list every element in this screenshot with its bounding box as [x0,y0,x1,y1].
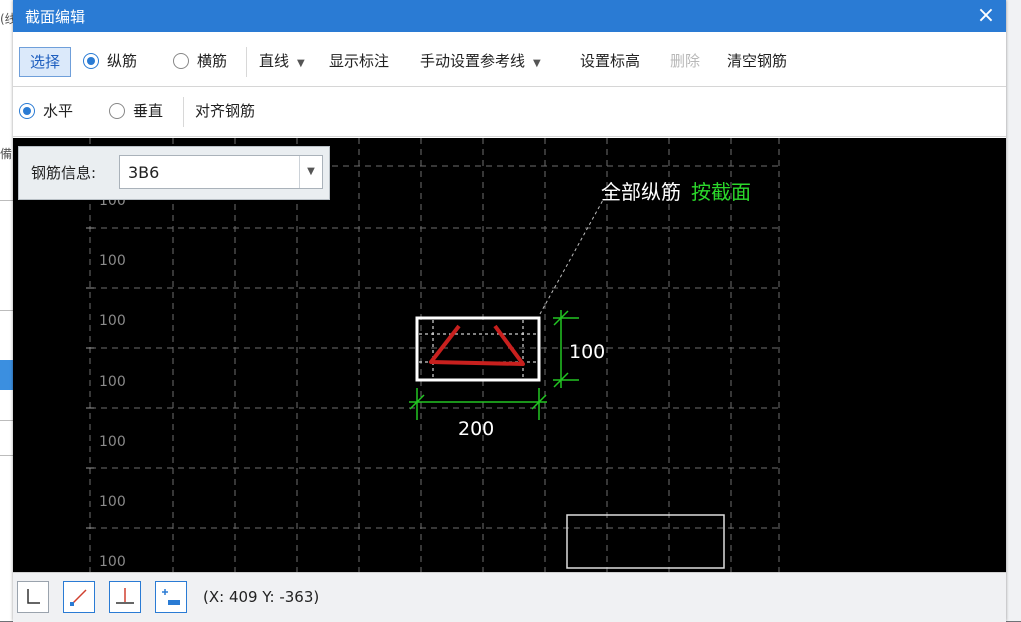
chevron-down-icon: ▼ [297,58,305,69]
grid-label: 100 [99,554,126,570]
perpendicular-button[interactable] [109,581,141,613]
radio-checked-icon [19,103,35,119]
ortho-icon [27,589,40,604]
radio-unchecked-icon [109,103,125,119]
perpendicular-icon [116,588,134,604]
manual-ref-line-dropdown[interactable]: 手动设置参考线 ▼ [420,48,541,74]
radio-transverse-label: 横筋 [197,52,228,70]
section-outline[interactable] [415,316,541,382]
grid-label: 100 [99,374,126,390]
chevron-down-icon: ▼ [533,58,541,69]
radio-vertical[interactable]: 垂直 [109,98,163,124]
radio-longitudinal-label: 纵筋 [107,52,138,70]
rebar-info-combobox[interactable]: 3B6 ▼ [119,155,323,189]
ref-point-icon [162,589,180,605]
radio-horizontal[interactable]: 水平 [19,98,73,124]
radio-vertical-label: 垂直 [133,102,164,120]
radio-transverse[interactable]: 横筋 [173,48,227,74]
ref-point-button[interactable] [155,581,187,613]
callout-label: 全部纵筋 按截面 [601,180,751,204]
grid-label: 100 [99,253,126,269]
show-annotation-button[interactable]: 显示标注 [329,48,389,74]
status-bar: (X: 409 Y: -363) [13,572,1006,622]
alignment-toolbar: 水平 垂直 对齐钢筋 [13,88,1006,137]
line-dropdown[interactable]: 直线 ▼ [259,48,305,74]
grid-label: 100 [99,313,126,329]
radio-checked-icon [83,53,99,69]
rebar-info-label: 钢筋信息: [31,164,97,182]
rebar-stirrup[interactable] [429,324,525,366]
radio-longitudinal[interactable]: 纵筋 [83,48,137,74]
chevron-down-icon[interactable]: ▼ [299,156,322,188]
manual-ref-line-label: 手动设置参考线 [420,52,526,70]
snap-line-button[interactable] [63,581,95,613]
radio-horizontal-label: 水平 [43,102,74,120]
clear-rebar-button[interactable]: 清空钢筋 [727,48,787,74]
line-label: 直线 [259,52,290,70]
title-bar: 截面编辑 × [13,0,1006,32]
coordinate-readout: (X: 409 Y: -363) [203,588,320,606]
dim-height-label: 100 [569,341,605,363]
background-tag: (线 [0,12,14,26]
background-app-right [1006,0,1021,621]
drawing-canvas[interactable]: 100100100100100100100 全部纵筋按截面 100 [13,138,1006,572]
delete-button[interactable]: 删除 [670,48,700,74]
select-button[interactable]: 选择 [19,47,71,77]
align-rebar-button[interactable]: 对齐钢筋 [195,98,255,124]
main-toolbar: 选择 纵筋 横筋 直线 ▼ 显示标注 手动设置参考线 ▼ 设置标高 删除 清空钢筋 [13,38,1006,87]
snap-line-icon [70,589,87,606]
radio-unchecked-icon [173,53,189,69]
section-edit-dialog: 截面编辑 × 选择 纵筋 横筋 直线 ▼ 显示标注 手动设置参考线 ▼ 设置标高 删… [13,0,1006,622]
callout-leader-line [539,199,604,315]
callout-by-section: 按截面 [691,180,751,204]
grid-labels: 100100100100100100100 [99,193,126,570]
rebar-info-value[interactable]: 3B6 [128,163,159,182]
preview-rectangle[interactable] [566,514,725,569]
canvas-drawing: 100100100100100100100 全部纵筋 按截面 100 200 [86,138,780,572]
dialog-title: 截面编辑 [25,8,86,26]
dim-width-label: 200 [458,418,494,440]
grid-label: 100 [99,434,126,450]
grid-label: 100 [99,494,126,510]
close-button[interactable]: × [972,2,1000,30]
set-elevation-button[interactable]: 设置标高 [580,48,640,74]
callout-all-longitudinal: 全部纵筋 [601,180,681,204]
rebar-info-panel: 钢筋信息: 3B6 ▼ [18,146,330,200]
ortho-button[interactable] [17,581,49,613]
background-tag: 備 [0,147,13,161]
